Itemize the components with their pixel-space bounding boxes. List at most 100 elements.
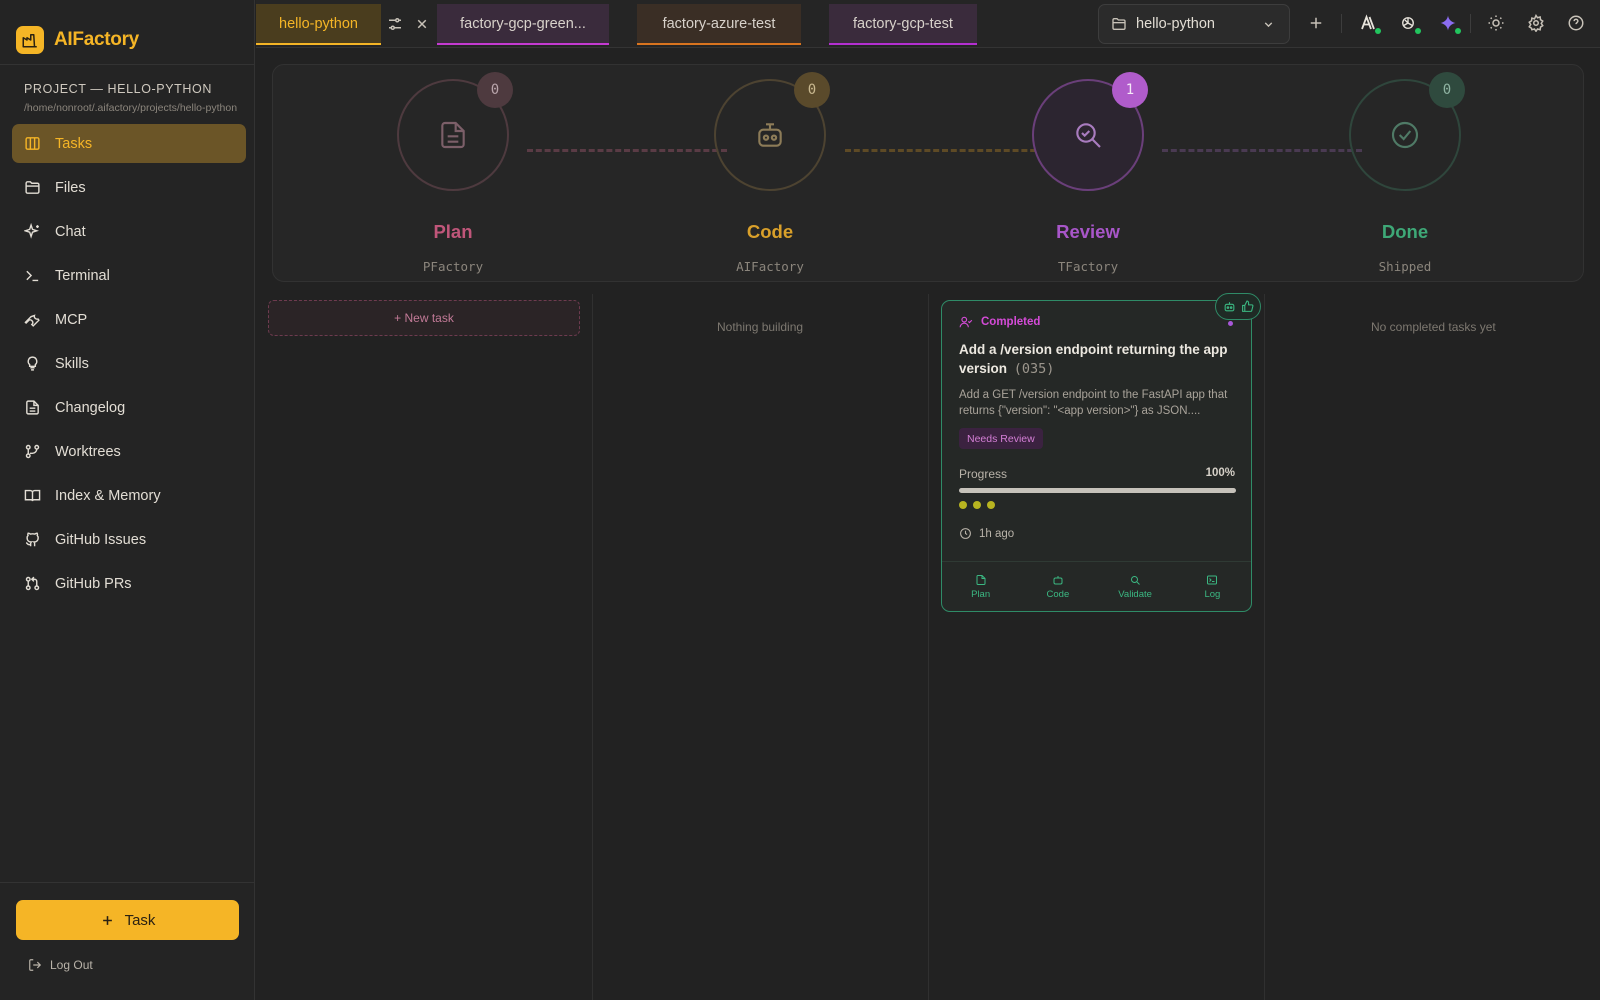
phase-dot xyxy=(959,501,967,509)
tab-label: hello-python xyxy=(279,15,358,32)
logout-button[interactable]: Log Out xyxy=(28,958,93,972)
sidebar-item-skills[interactable]: Skills xyxy=(12,344,246,383)
robot-icon[interactable] xyxy=(1223,300,1236,313)
plus-icon[interactable] xyxy=(1305,12,1327,34)
sidebar-item-label: Worktrees xyxy=(55,443,121,460)
stage-count-badge: 1 xyxy=(1112,72,1148,108)
folder-icon xyxy=(25,181,40,194)
openai-icon[interactable] xyxy=(1397,12,1421,34)
new-task-card-button[interactable]: + New task xyxy=(268,300,580,336)
card-title-text: Add a /version endpoint returning the ap… xyxy=(959,342,1228,376)
sidebar-divider xyxy=(0,64,255,65)
sun-icon[interactable] xyxy=(1485,12,1507,34)
tab-hello-python[interactable]: hello-python xyxy=(256,4,381,45)
robot-icon xyxy=(1053,575,1063,584)
sidebar-item-files[interactable]: Files xyxy=(12,168,246,207)
help-icon[interactable] xyxy=(1565,12,1587,34)
phase-dot xyxy=(987,501,995,509)
card-action-validate[interactable]: Validate xyxy=(1097,562,1174,611)
card-action-plan[interactable]: Plan xyxy=(942,562,1019,611)
sidebar-item-worktrees[interactable]: Worktrees xyxy=(12,432,246,471)
close-icon[interactable] xyxy=(411,13,433,35)
column-divider xyxy=(928,294,929,1000)
stage-count-badge: 0 xyxy=(477,72,513,108)
sidebar-item-label: Terminal xyxy=(55,267,110,284)
tab-factory-azure-test[interactable]: factory-azure-test xyxy=(637,4,801,45)
sidebar-item-chat[interactable]: Chat xyxy=(12,212,246,251)
stage-done[interactable]: 0 Done Shipped xyxy=(1305,72,1505,279)
anthropic-icon[interactable] xyxy=(1357,12,1381,34)
tab-label: factory-gcp-green... xyxy=(460,15,586,32)
sidebar-item-terminal[interactable]: Terminal xyxy=(12,256,246,295)
sidebar-item-mcp[interactable]: MCP xyxy=(12,300,246,339)
tab-factory-gcp-test[interactable]: factory-gcp-test xyxy=(829,4,977,45)
stage-count-badge: 0 xyxy=(794,72,830,108)
sidebar-item-label: GitHub Issues xyxy=(55,531,147,548)
sidebar-item-label: GitHub PRs xyxy=(55,575,132,592)
progress-label: Progress xyxy=(959,467,1008,481)
card-actions: Plan Code Validate Log xyxy=(942,561,1251,611)
tab-factory-gcp-green[interactable]: factory-gcp-green... xyxy=(437,4,609,45)
card-number: (035) xyxy=(1013,361,1055,377)
card-description: Add a GET /version endpoint to the FastA… xyxy=(959,389,1228,417)
card-quick-actions xyxy=(1215,293,1261,320)
stage-subtitle: TFactory xyxy=(1057,259,1119,274)
status-dot xyxy=(1455,28,1461,34)
logout-icon xyxy=(29,959,42,971)
gear-icon[interactable] xyxy=(1525,12,1547,34)
project-title: PROJECT — HELLO-PYTHON xyxy=(24,82,212,96)
progress-value: 100% xyxy=(1205,467,1235,479)
card-status: Completed xyxy=(959,315,1040,329)
project-selector[interactable]: hello-python xyxy=(1098,4,1290,44)
wrench-icon xyxy=(24,314,40,327)
stage-name: Code xyxy=(746,221,794,242)
sidebar-item-github-prs[interactable]: GitHub PRs xyxy=(12,564,246,603)
stage-code[interactable]: 0 Code AIFactory xyxy=(670,72,870,279)
sidebar-item-label: Files xyxy=(55,179,86,196)
brand[interactable]: AIFactory xyxy=(16,24,139,56)
plus-icon xyxy=(102,915,112,925)
stage-name: Done xyxy=(1381,221,1429,242)
robot-icon xyxy=(758,123,782,147)
project-path: /home/nonroot/.aifactory/projects/hello-… xyxy=(24,102,238,114)
unread-dot xyxy=(1228,321,1233,326)
stage-subtitle: Shipped xyxy=(1378,259,1432,274)
card-timestamp: 1h ago xyxy=(959,527,1014,540)
pipeline-overview: 0 Plan PFactory 0 Code AIFactory 1 Revie… xyxy=(272,64,1584,282)
github-icon xyxy=(25,532,39,547)
search-icon xyxy=(1131,575,1140,585)
card-time-label: 1h ago xyxy=(979,527,1015,540)
tab-label: factory-azure-test xyxy=(662,15,776,32)
progress-bar xyxy=(959,488,1236,493)
stage-review[interactable]: 1 Review TFactory xyxy=(988,72,1188,279)
columns-icon xyxy=(25,137,40,150)
task-card[interactable]: Completed Add a /version endpoint return… xyxy=(941,293,1261,612)
toolbar-separator xyxy=(1341,14,1342,33)
sidebar-item-github-issues[interactable]: GitHub Issues xyxy=(12,520,246,559)
gemini-icon[interactable] xyxy=(1437,12,1461,34)
check-circle-icon xyxy=(1391,121,1419,149)
git-branch-icon xyxy=(25,444,40,459)
status-badge: Needs Review xyxy=(959,428,1043,449)
sidebar-item-label: Skills xyxy=(55,355,89,372)
card-action-code[interactable]: Code xyxy=(1019,562,1096,611)
sidebar-item-tasks[interactable]: Tasks xyxy=(12,124,246,163)
sidebar: AIFactory PROJECT — HELLO-PYTHON /home/n… xyxy=(0,0,255,1000)
project-selector-value: hello-python xyxy=(1136,16,1215,32)
chevron-down-icon xyxy=(1264,22,1273,28)
phase-dot xyxy=(973,501,981,509)
sidebar-item-changelog[interactable]: Changelog xyxy=(12,388,246,427)
stage-plan[interactable]: 0 Plan PFactory xyxy=(353,72,553,279)
clock-icon xyxy=(960,528,971,539)
column-divider xyxy=(1264,294,1265,1000)
thumbs-up-icon[interactable] xyxy=(1241,300,1254,313)
card-action-label: Log xyxy=(1204,588,1221,600)
progress-bar-fill xyxy=(959,488,1236,493)
code-column-empty: Nothing building xyxy=(717,320,804,334)
card-action-log[interactable]: Log xyxy=(1174,562,1251,611)
new-task-button[interactable]: Task xyxy=(16,900,239,940)
sliders-icon[interactable] xyxy=(384,13,406,35)
sidebar-divider xyxy=(0,882,255,883)
sidebar-item-index-memory[interactable]: Index & Memory xyxy=(12,476,246,515)
status-dot xyxy=(1375,28,1381,34)
